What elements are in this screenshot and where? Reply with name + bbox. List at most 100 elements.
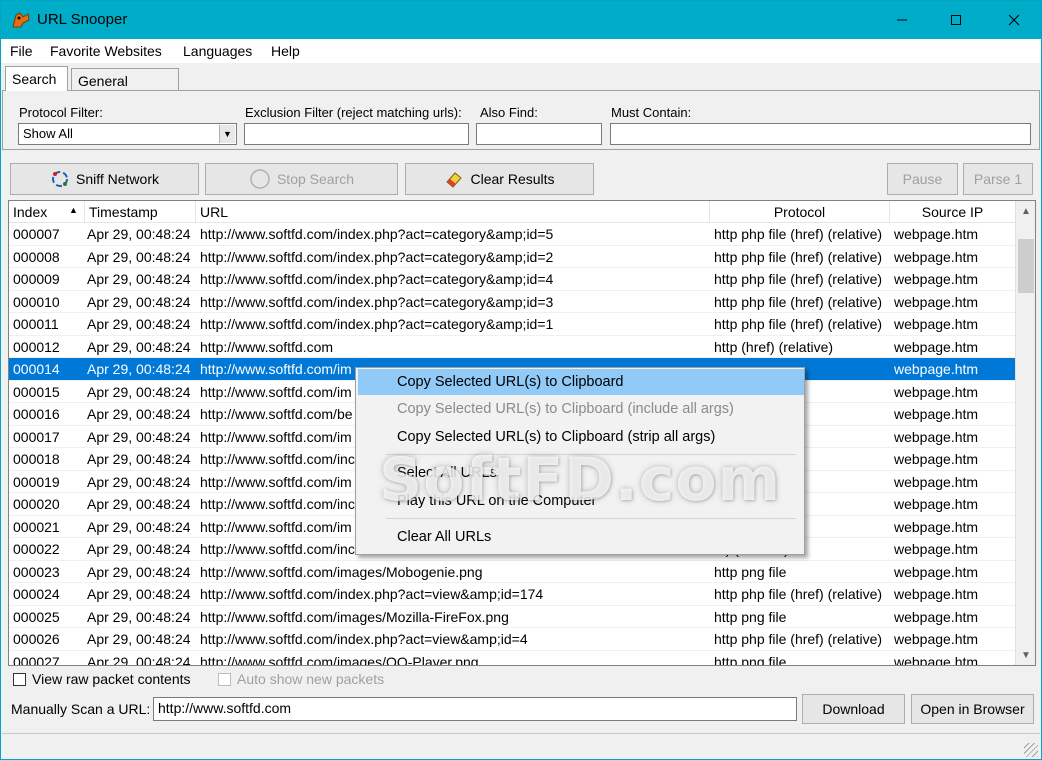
cell-source-ip: webpage.htm (894, 563, 979, 580)
cell-timestamp: Apr 29, 00:48:24 (87, 451, 191, 467)
table-row[interactable]: 000012 Apr 29, 00:48:24 http://www.softfd.… (9, 336, 1015, 358)
cell-source-ip: webpage.htm (894, 406, 979, 422)
table-row[interactable]: 000025 Apr 29, 00:48:24 http://www.softfd.… (9, 606, 1015, 628)
maximize-button[interactable] (933, 1, 979, 39)
menu-file[interactable]: File (10, 43, 33, 59)
download-button[interactable]: Download (802, 694, 905, 724)
cell-source-ip: webpage.htm (894, 383, 979, 400)
cell-index: 000010 (13, 293, 60, 310)
scroll-down-icon[interactable]: ▼ (1016, 645, 1035, 665)
eraser-icon (446, 172, 463, 188)
cell-index: 000018 (13, 451, 60, 467)
title-bar[interactable]: URL Snooper (1, 1, 1041, 39)
cell-index: 000019 (13, 473, 60, 490)
clear-results-button[interactable]: Clear Results (405, 163, 594, 195)
menu-bar: File Favorite Websites Languages Help (1, 39, 1041, 63)
table-row[interactable]: 000010 Apr 29, 00:48:24 http://www.softfd.… (9, 291, 1015, 313)
close-icon (1008, 14, 1020, 26)
maximize-icon (951, 15, 961, 25)
ctx-clear-all[interactable]: Clear All URLs (358, 524, 804, 550)
open-in-browser-button[interactable]: Open in Browser (911, 694, 1034, 724)
pause-button[interactable]: Pause (887, 163, 958, 195)
cell-index: 000020 (13, 496, 60, 512)
open-in-browser-label: Open in Browser (920, 701, 1025, 717)
manual-scan-input[interactable]: http://www.softfd.com (153, 697, 797, 721)
parse-label: Parse 1 (973, 171, 1023, 187)
exclusion-filter-input[interactable] (244, 123, 469, 145)
view-raw-checkbox[interactable] (13, 673, 26, 686)
tab-general-options[interactable]: General Options (71, 68, 179, 105)
cell-url: http://www.softfd.com/index.php?act=view… (200, 631, 528, 647)
table-row[interactable]: 000007 Apr 29, 00:48:24 http://www.softfd.… (9, 223, 1015, 246)
watermark: SoftFD.com (379, 445, 782, 515)
cell-source-ip: webpage.htm (894, 518, 979, 535)
cell-source-ip: webpage.htm (894, 428, 979, 445)
cell-protocol: http png file (714, 608, 787, 625)
protocol-filter-label: Protocol Filter: (19, 105, 103, 120)
cell-timestamp: Apr 29, 00:48:24 (87, 586, 191, 602)
menu-favorite-websites[interactable]: Favorite Websites (50, 43, 162, 59)
minimize-button[interactable] (879, 1, 925, 39)
parse-button[interactable]: Parse 1 (963, 163, 1033, 195)
must-contain-input[interactable] (610, 123, 1031, 145)
clear-results-label: Clear Results (470, 171, 555, 187)
scroll-thumb[interactable] (1018, 239, 1034, 293)
resize-grip-icon[interactable] (1024, 743, 1038, 757)
cell-index: 000007 (13, 226, 60, 242)
table-row[interactable]: 000011 Apr 29, 00:48:24 http://www.softfd.… (9, 313, 1015, 336)
auto-show-checkbox[interactable] (218, 673, 231, 686)
cell-protocol: http php file (href) (relative) (714, 316, 883, 332)
tab-search[interactable]: Search (5, 66, 68, 91)
table-row[interactable]: 000023 Apr 29, 00:48:24 http://www.softfd.… (9, 561, 1015, 583)
cell-index: 000011 (13, 316, 59, 332)
also-find-input[interactable] (476, 123, 602, 145)
network-icon (52, 171, 68, 187)
cell-timestamp: Apr 29, 00:48:24 (87, 518, 191, 535)
column-url[interactable]: URL (196, 201, 710, 223)
table-row[interactable]: 000026 Apr 29, 00:48:24 http://www.softfd.… (9, 628, 1015, 651)
cell-index: 000027 (13, 653, 60, 666)
cell-index: 000012 (13, 338, 60, 355)
stop-search-button[interactable]: Stop Search (205, 163, 398, 195)
cell-source-ip: webpage.htm (894, 271, 979, 287)
status-bar (2, 733, 1040, 759)
cell-timestamp: Apr 29, 00:48:24 (87, 428, 191, 445)
ctx-copy-include-args[interactable]: Copy Selected URL(s) to Clipboard (inclu… (358, 396, 804, 422)
cell-timestamp: Apr 29, 00:48:24 (87, 248, 191, 265)
column-index[interactable]: Index ▲ (9, 201, 85, 223)
cell-index: 000026 (13, 631, 60, 647)
cell-protocol: http (href) (relative) (714, 338, 834, 355)
close-button[interactable] (991, 1, 1037, 39)
cell-timestamp: Apr 29, 00:48:24 (87, 271, 191, 287)
table-row[interactable]: 000008 Apr 29, 00:48:24 http://www.softfd.… (9, 246, 1015, 268)
table-row[interactable]: 000027 Apr 29, 00:48:24 http://www.softfd.… (9, 651, 1015, 666)
vertical-scrollbar[interactable]: ▲ ▼ (1015, 201, 1035, 665)
scroll-up-icon[interactable]: ▲ (1016, 201, 1035, 221)
column-source-ip[interactable]: Source IP (890, 201, 1015, 223)
column-protocol[interactable]: Protocol (710, 201, 890, 223)
cell-url: http://www.softfd.com/images/Mozilla-Fir… (200, 608, 509, 625)
sniff-network-button[interactable]: Sniff Network (10, 163, 199, 195)
protocol-filter-value: Show All (23, 126, 73, 141)
menu-help[interactable]: Help (271, 43, 300, 59)
protocol-filter-select[interactable]: Show All ▼ (18, 123, 237, 145)
cell-url: http://www.softfd.com/index.php?act=view… (200, 586, 544, 602)
cell-index: 000025 (13, 608, 60, 625)
also-find-label: Also Find: (480, 105, 538, 120)
cell-timestamp: Apr 29, 00:48:24 (87, 473, 191, 490)
list-header: Index ▲ Timestamp URL Protocol Source IP (9, 201, 1015, 223)
chevron-down-icon[interactable]: ▼ (219, 125, 235, 143)
cell-index: 000024 (13, 586, 60, 602)
column-timestamp[interactable]: Timestamp (85, 201, 196, 223)
table-row[interactable]: 000024 Apr 29, 00:48:24 http://www.softfd.… (9, 583, 1015, 606)
cell-timestamp: Apr 29, 00:48:24 (87, 338, 191, 355)
menu-languages[interactable]: Languages (183, 43, 252, 59)
download-label: Download (822, 701, 885, 717)
cell-protocol: http png file (714, 563, 787, 580)
cell-timestamp: Apr 29, 00:48:24 (87, 541, 191, 557)
ctx-copy-selected[interactable]: Copy Selected URL(s) to Clipboard (358, 369, 804, 395)
cell-source-ip: webpage.htm (894, 496, 979, 512)
sort-asc-icon: ▲ (69, 205, 78, 215)
table-row[interactable]: 000009 Apr 29, 00:48:24 http://www.softfd.… (9, 268, 1015, 291)
cell-source-ip: webpage.htm (894, 541, 979, 557)
